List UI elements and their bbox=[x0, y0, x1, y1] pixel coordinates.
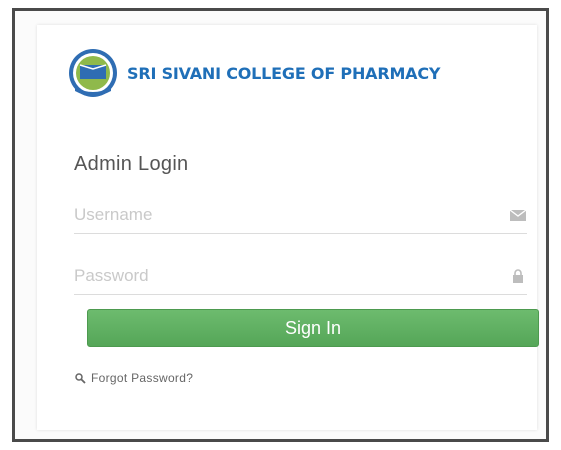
password-input[interactable] bbox=[74, 262, 484, 290]
username-field-wrapper bbox=[74, 197, 527, 234]
page-title: Admin Login bbox=[74, 153, 189, 175]
username-input[interactable] bbox=[74, 201, 484, 229]
envelope-icon bbox=[509, 209, 527, 221]
search-icon bbox=[75, 372, 86, 384]
password-field-wrapper bbox=[74, 258, 527, 295]
sign-in-button[interactable]: Sign In bbox=[87, 309, 539, 347]
login-card: SRI SIVANI COLLEGE OF PHARMACY Admin Log… bbox=[37, 25, 539, 430]
college-logo-icon bbox=[69, 49, 117, 97]
forgot-password-label: Forgot Password? bbox=[91, 371, 194, 385]
college-name: SRI SIVANI COLLEGE OF PHARMACY bbox=[127, 63, 441, 83]
forgot-password-link[interactable]: Forgot Password? bbox=[75, 371, 193, 385]
brand-header: SRI SIVANI COLLEGE OF PHARMACY bbox=[67, 45, 440, 101]
lock-icon bbox=[513, 269, 523, 283]
window-frame: SRI SIVANI COLLEGE OF PHARMACY Admin Log… bbox=[12, 8, 549, 442]
